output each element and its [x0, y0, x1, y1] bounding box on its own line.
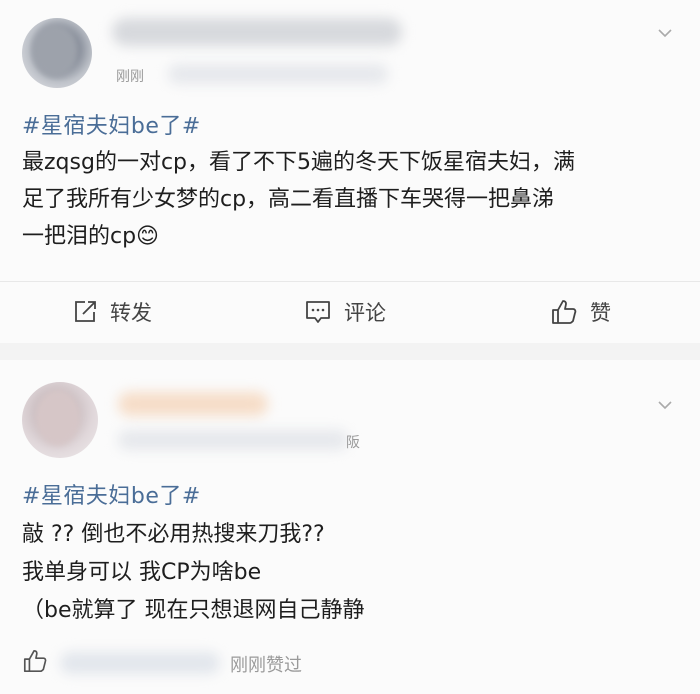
post-time: 刚刚 [116, 69, 144, 85]
content-line: 足了我所有少女梦的cp，高二看直播下车哭得一把鼻涕 [22, 187, 555, 212]
comment-icon [306, 301, 330, 323]
hashtag-link[interactable]: #星宿夫妇be了# [22, 478, 201, 510]
content-line: 我单身可以 我CP为啥be [22, 560, 262, 585]
like-label: 赞 [590, 301, 611, 325]
avatar-face [32, 24, 78, 78]
post-card: 阪 #星宿夫妇be了# 敲 ?? 倒也不必用热搜来刀我?? 我单身可以 我CP为… [0, 360, 700, 694]
comment-label: 评论 [344, 301, 386, 325]
post-card: 刚刚 #星宿夫妇be了# 最zqsg的一对cp，看了不下5遍的冬天下饭星宿夫妇，… [0, 0, 700, 343]
hashtag-link[interactable]: #星宿夫妇be了# [22, 108, 201, 140]
repost-button[interactable]: 转发 [72, 296, 152, 328]
content-line: （be就算了 现在只想退网自己静静 [22, 598, 365, 623]
content-line: 最zqsg的一对cp，看了不下5遍的冬天下饭星宿夫妇，满 [22, 150, 575, 175]
post-content: 最zqsg的一对cp，看了不下5遍的冬天下饭星宿夫妇，满 足了我所有少女梦的cp… [22, 144, 682, 255]
chevron-down-icon[interactable] [658, 398, 672, 412]
post-content: 敲 ?? 倒也不必用热搜来刀我?? 我单身可以 我CP为啥be （be就算了 现… [22, 516, 682, 630]
liked-status: 刚刚赞过 [230, 655, 302, 676]
username-blurred[interactable] [118, 392, 268, 416]
chevron-down-icon[interactable] [658, 26, 672, 40]
avatar[interactable] [22, 18, 92, 88]
comment-button[interactable]: 评论 [304, 296, 386, 328]
avatar-face [36, 390, 80, 446]
thumb-up-icon [552, 300, 577, 324]
avatar[interactable] [22, 382, 98, 458]
thumb-up-icon[interactable] [22, 648, 48, 674]
divider [0, 281, 700, 282]
content-line: 一把泪的cp😊 [22, 224, 159, 249]
post-time-tail: 阪 [346, 435, 360, 451]
content-line: 敲 ?? 倒也不必用热搜来刀我?? [22, 522, 325, 547]
meta-blurred [118, 430, 348, 450]
meta-blurred [168, 64, 388, 84]
repost-label: 转发 [110, 301, 152, 325]
username-blurred[interactable] [112, 18, 402, 46]
like-button[interactable]: 赞 [550, 296, 611, 328]
liker-name-blurred[interactable] [60, 652, 220, 674]
liked-row [22, 648, 48, 674]
repost-icon [75, 301, 96, 322]
